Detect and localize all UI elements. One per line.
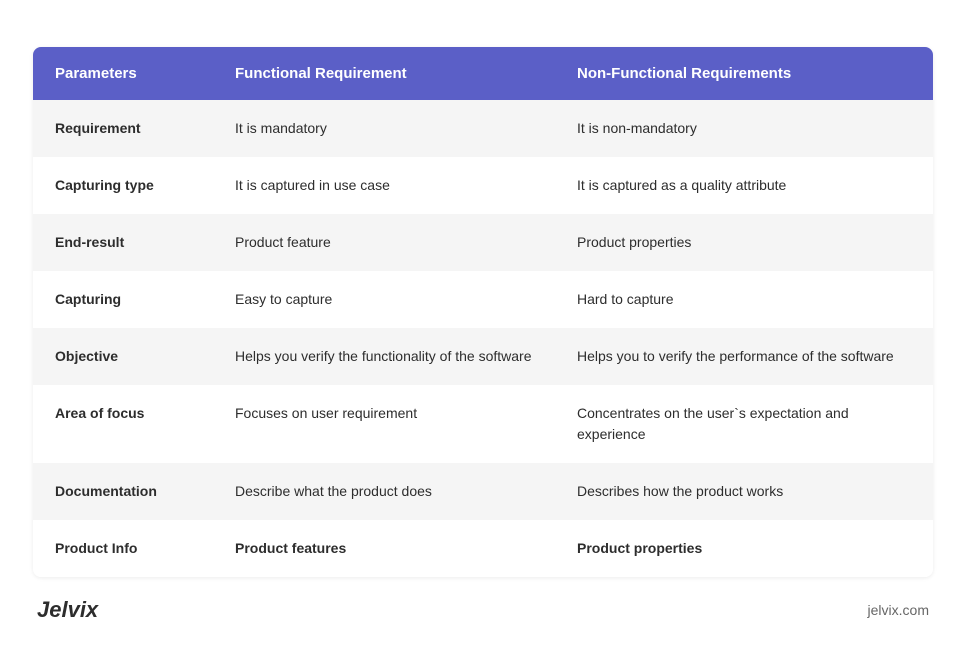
table-row: RequirementIt is mandatoryIt is non-mand… [33,100,933,157]
cell-functional: Product features [213,520,555,577]
cell-param: Capturing type [33,157,213,214]
cell-param: Requirement [33,100,213,157]
col-header-parameters: Parameters [33,47,213,100]
cell-param: Objective [33,328,213,385]
cell-param: Product Info [33,520,213,577]
cell-functional: Helps you verify the functionality of th… [213,328,555,385]
cell-functional: Product feature [213,214,555,271]
cell-non-functional: Describes how the product works [555,463,933,520]
cell-param: Capturing [33,271,213,328]
cell-param: Documentation [33,463,213,520]
cell-functional: Easy to capture [213,271,555,328]
table-header-row: Parameters Functional Requirement Non-Fu… [33,47,933,100]
footer-url: jelvix.com [868,602,929,618]
table-row: Area of focusFocuses on user requirement… [33,385,933,463]
cell-non-functional: Product properties [555,214,933,271]
table-row: Capturing typeIt is captured in use case… [33,157,933,214]
brand-name: Jelvix [37,597,98,623]
col-header-functional: Functional Requirement [213,47,555,100]
page-wrapper: Parameters Functional Requirement Non-Fu… [33,47,933,623]
cell-functional: Describe what the product does [213,463,555,520]
cell-param: End-result [33,214,213,271]
cell-non-functional: It is captured as a quality attribute [555,157,933,214]
cell-functional: Focuses on user requirement [213,385,555,463]
cell-non-functional: Concentrates on the user`s expectation a… [555,385,933,463]
footer: Jelvix jelvix.com [33,597,933,623]
cell-non-functional: Product properties [555,520,933,577]
cell-functional: It is mandatory [213,100,555,157]
table-row: Product InfoProduct featuresProduct prop… [33,520,933,577]
table-row: ObjectiveHelps you verify the functional… [33,328,933,385]
comparison-table: Parameters Functional Requirement Non-Fu… [33,47,933,577]
cell-non-functional: Helps you to verify the performance of t… [555,328,933,385]
col-header-non-functional: Non-Functional Requirements [555,47,933,100]
cell-param: Area of focus [33,385,213,463]
cell-non-functional: Hard to capture [555,271,933,328]
cell-non-functional: It is non-mandatory [555,100,933,157]
table-row: CapturingEasy to captureHard to capture [33,271,933,328]
cell-functional: It is captured in use case [213,157,555,214]
table-row: DocumentationDescribe what the product d… [33,463,933,520]
table-row: End-resultProduct featureProduct propert… [33,214,933,271]
